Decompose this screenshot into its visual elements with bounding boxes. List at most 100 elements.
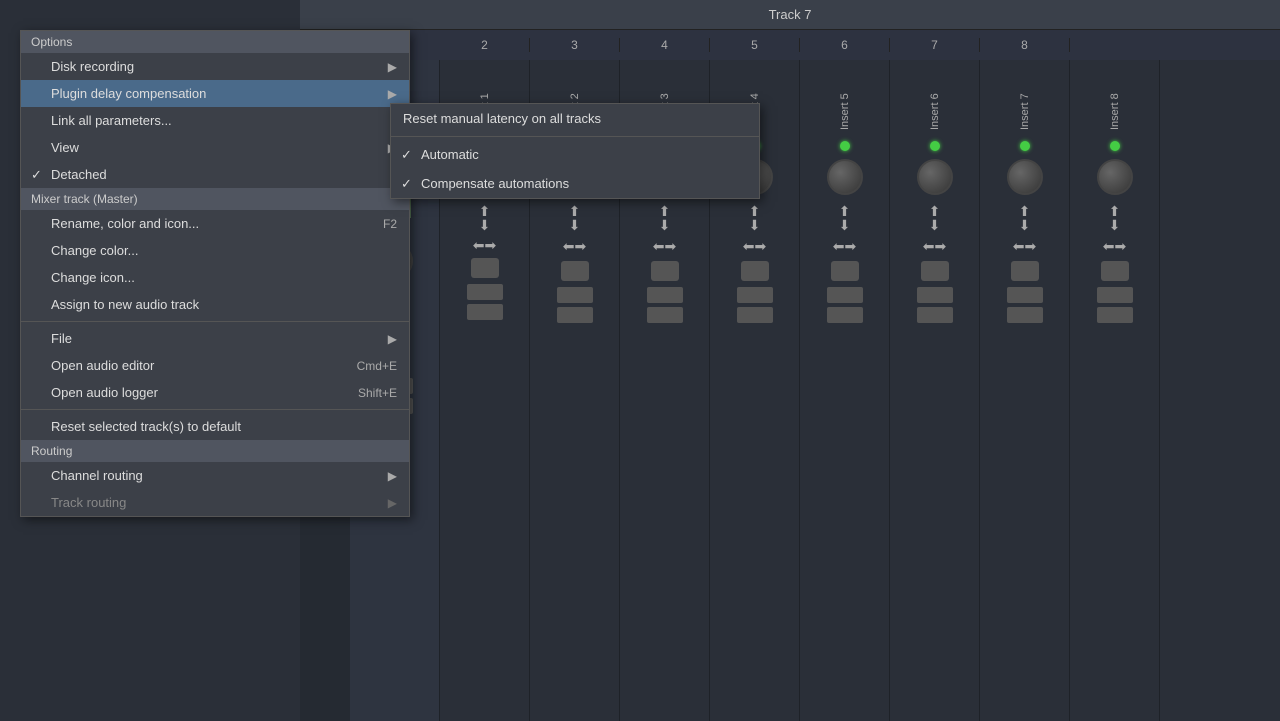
insert8-vert-arrows: ⬆⬇ [1109,204,1121,232]
insert3-btn2[interactable] [647,307,683,323]
menu-item-open-audio-editor[interactable]: Open audio editor Cmd+E [21,352,409,379]
insert5-led[interactable] [840,141,850,151]
menu-item-plugin-delay[interactable]: Plugin delay compensation ▶ [21,80,409,107]
view-label: View [51,140,79,155]
insert4-btn1[interactable] [737,287,773,303]
insert7-horiz-arrows: ⬅➡ [1013,238,1036,255]
insert2-vert-arrows: ⬆⬇ [569,204,581,232]
insert7-led[interactable] [1020,141,1030,151]
insert1-fader[interactable] [471,258,499,278]
insert5-btn2[interactable] [827,307,863,323]
insert2-horiz-arrows: ⬅➡ [563,238,586,255]
insert4-vert-arrows: ⬆⬇ [749,204,761,232]
menu-item-change-icon[interactable]: Change icon... [21,264,409,291]
channel-num-7: 7 [890,38,980,52]
insert3-horiz-arrows: ⬅➡ [653,238,676,255]
menu-item-open-audio-logger[interactable]: Open audio logger Shift+E [21,379,409,406]
channel-num-4: 4 [620,38,710,52]
disk-recording-label: Disk recording [51,59,134,74]
separator-1 [21,321,409,322]
insert7-knob[interactable] [1007,159,1043,195]
insert7-btn2[interactable] [1007,307,1043,323]
insert8-horiz-arrows: ⬅➡ [1103,238,1126,255]
insert1-btn1[interactable] [467,284,503,300]
insert3-btn1[interactable] [647,287,683,303]
insert5-label: Insert 5 [839,70,851,130]
menu-item-track-routing[interactable]: Track routing ▶ [21,489,409,516]
mixer-channel-insert6[interactable]: Insert 6 ⬆⬇ ⬅➡ [890,60,980,721]
track-routing-arrow: ▶ [388,496,397,510]
channel-routing-label: Channel routing [51,468,143,483]
insert1-btn2[interactable] [467,304,503,320]
insert8-btn2[interactable] [1097,307,1133,323]
insert2-fader[interactable] [561,261,589,281]
insert6-knob[interactable] [917,159,953,195]
link-all-label: Link all parameters... [51,113,172,128]
file-arrow: ▶ [388,332,397,346]
menu-item-file[interactable]: File ▶ [21,325,409,352]
plugin-delay-label: Plugin delay compensation [51,86,206,101]
menu-item-channel-routing[interactable]: Channel routing ▶ [21,462,409,489]
insert6-label: Insert 6 [929,70,941,130]
insert4-fader[interactable] [741,261,769,281]
menu-item-disk-recording[interactable]: Disk recording ▶ [21,53,409,80]
automatic-label: Automatic [421,147,479,162]
submenu-separator-1 [391,136,759,137]
mixer-numbers-row: 2 3 4 5 6 7 8 [300,30,1280,60]
channel-num-2: 2 [440,38,530,52]
submenu-item-automatic[interactable]: ✓ Automatic [391,140,759,169]
insert8-label: Insert 8 [1109,70,1121,130]
menu-item-link-all[interactable]: Link all parameters... [21,107,409,134]
menu-item-assign-audio[interactable]: Assign to new audio track [21,291,409,318]
track-title: Track 7 [769,7,812,22]
assign-audio-label: Assign to new audio track [51,297,199,312]
reset-default-label: Reset selected track(s) to default [51,419,241,434]
menu-item-view[interactable]: View ▶ [21,134,409,161]
menu-item-change-color[interactable]: Change color... [21,237,409,264]
submenu-item-compensate[interactable]: ✓ Compensate automations [391,169,759,198]
channel-num-3: 3 [530,38,620,52]
compensate-check: ✓ [401,176,412,192]
insert2-btn2[interactable] [557,307,593,323]
mixer-channel-insert5[interactable]: Insert 5 ⬆⬇ ⬅➡ [800,60,890,721]
change-color-label: Change color... [51,243,138,258]
mixer-channel-insert7[interactable]: Insert 7 ⬆⬇ ⬅➡ [980,60,1070,721]
channel-routing-arrow: ▶ [388,469,397,483]
insert3-vert-arrows: ⬆⬇ [659,204,671,232]
insert8-led[interactable] [1110,141,1120,151]
compensate-label: Compensate automations [421,176,569,191]
menu-section-options: Options [21,31,409,53]
menu-item-rename[interactable]: Rename, color and icon... F2 [21,210,409,237]
channel-num-8: 8 [980,38,1070,52]
change-icon-label: Change icon... [51,270,135,285]
insert2-btn1[interactable] [557,287,593,303]
insert6-led[interactable] [930,141,940,151]
rename-shortcut: F2 [383,217,397,231]
context-menu: Options Disk recording ▶ Plugin delay co… [20,30,410,517]
insert8-btn1[interactable] [1097,287,1133,303]
insert5-knob[interactable] [827,159,863,195]
insert5-fader[interactable] [831,261,859,281]
insert7-label: Insert 7 [1019,70,1031,130]
detached-label: Detached [51,167,107,182]
insert7-btn1[interactable] [1007,287,1043,303]
insert6-btn1[interactable] [917,287,953,303]
open-audio-logger-shortcut: Shift+E [358,386,397,400]
mixer-channel-insert8[interactable]: Insert 8 ⬆⬇ ⬅➡ [1070,60,1160,721]
menu-item-reset-default[interactable]: Reset selected track(s) to default [21,413,409,440]
insert5-horiz-arrows: ⬅➡ [833,238,856,255]
insert4-btn2[interactable] [737,307,773,323]
insert3-fader[interactable] [651,261,679,281]
separator-2 [21,409,409,410]
menu-item-detached[interactable]: ✓ Detached [21,161,409,188]
insert5-btn1[interactable] [827,287,863,303]
submenu-item-reset-latency[interactable]: Reset manual latency on all tracks [391,104,759,133]
insert8-knob[interactable] [1097,159,1133,195]
insert8-fader[interactable] [1101,261,1129,281]
insert6-fader[interactable] [921,261,949,281]
detached-check: ✓ [31,167,42,183]
insert7-fader[interactable] [1011,261,1039,281]
open-audio-logger-label: Open audio logger [51,385,158,400]
menu-section-mixer: Mixer track (Master) [21,188,409,210]
insert6-btn2[interactable] [917,307,953,323]
